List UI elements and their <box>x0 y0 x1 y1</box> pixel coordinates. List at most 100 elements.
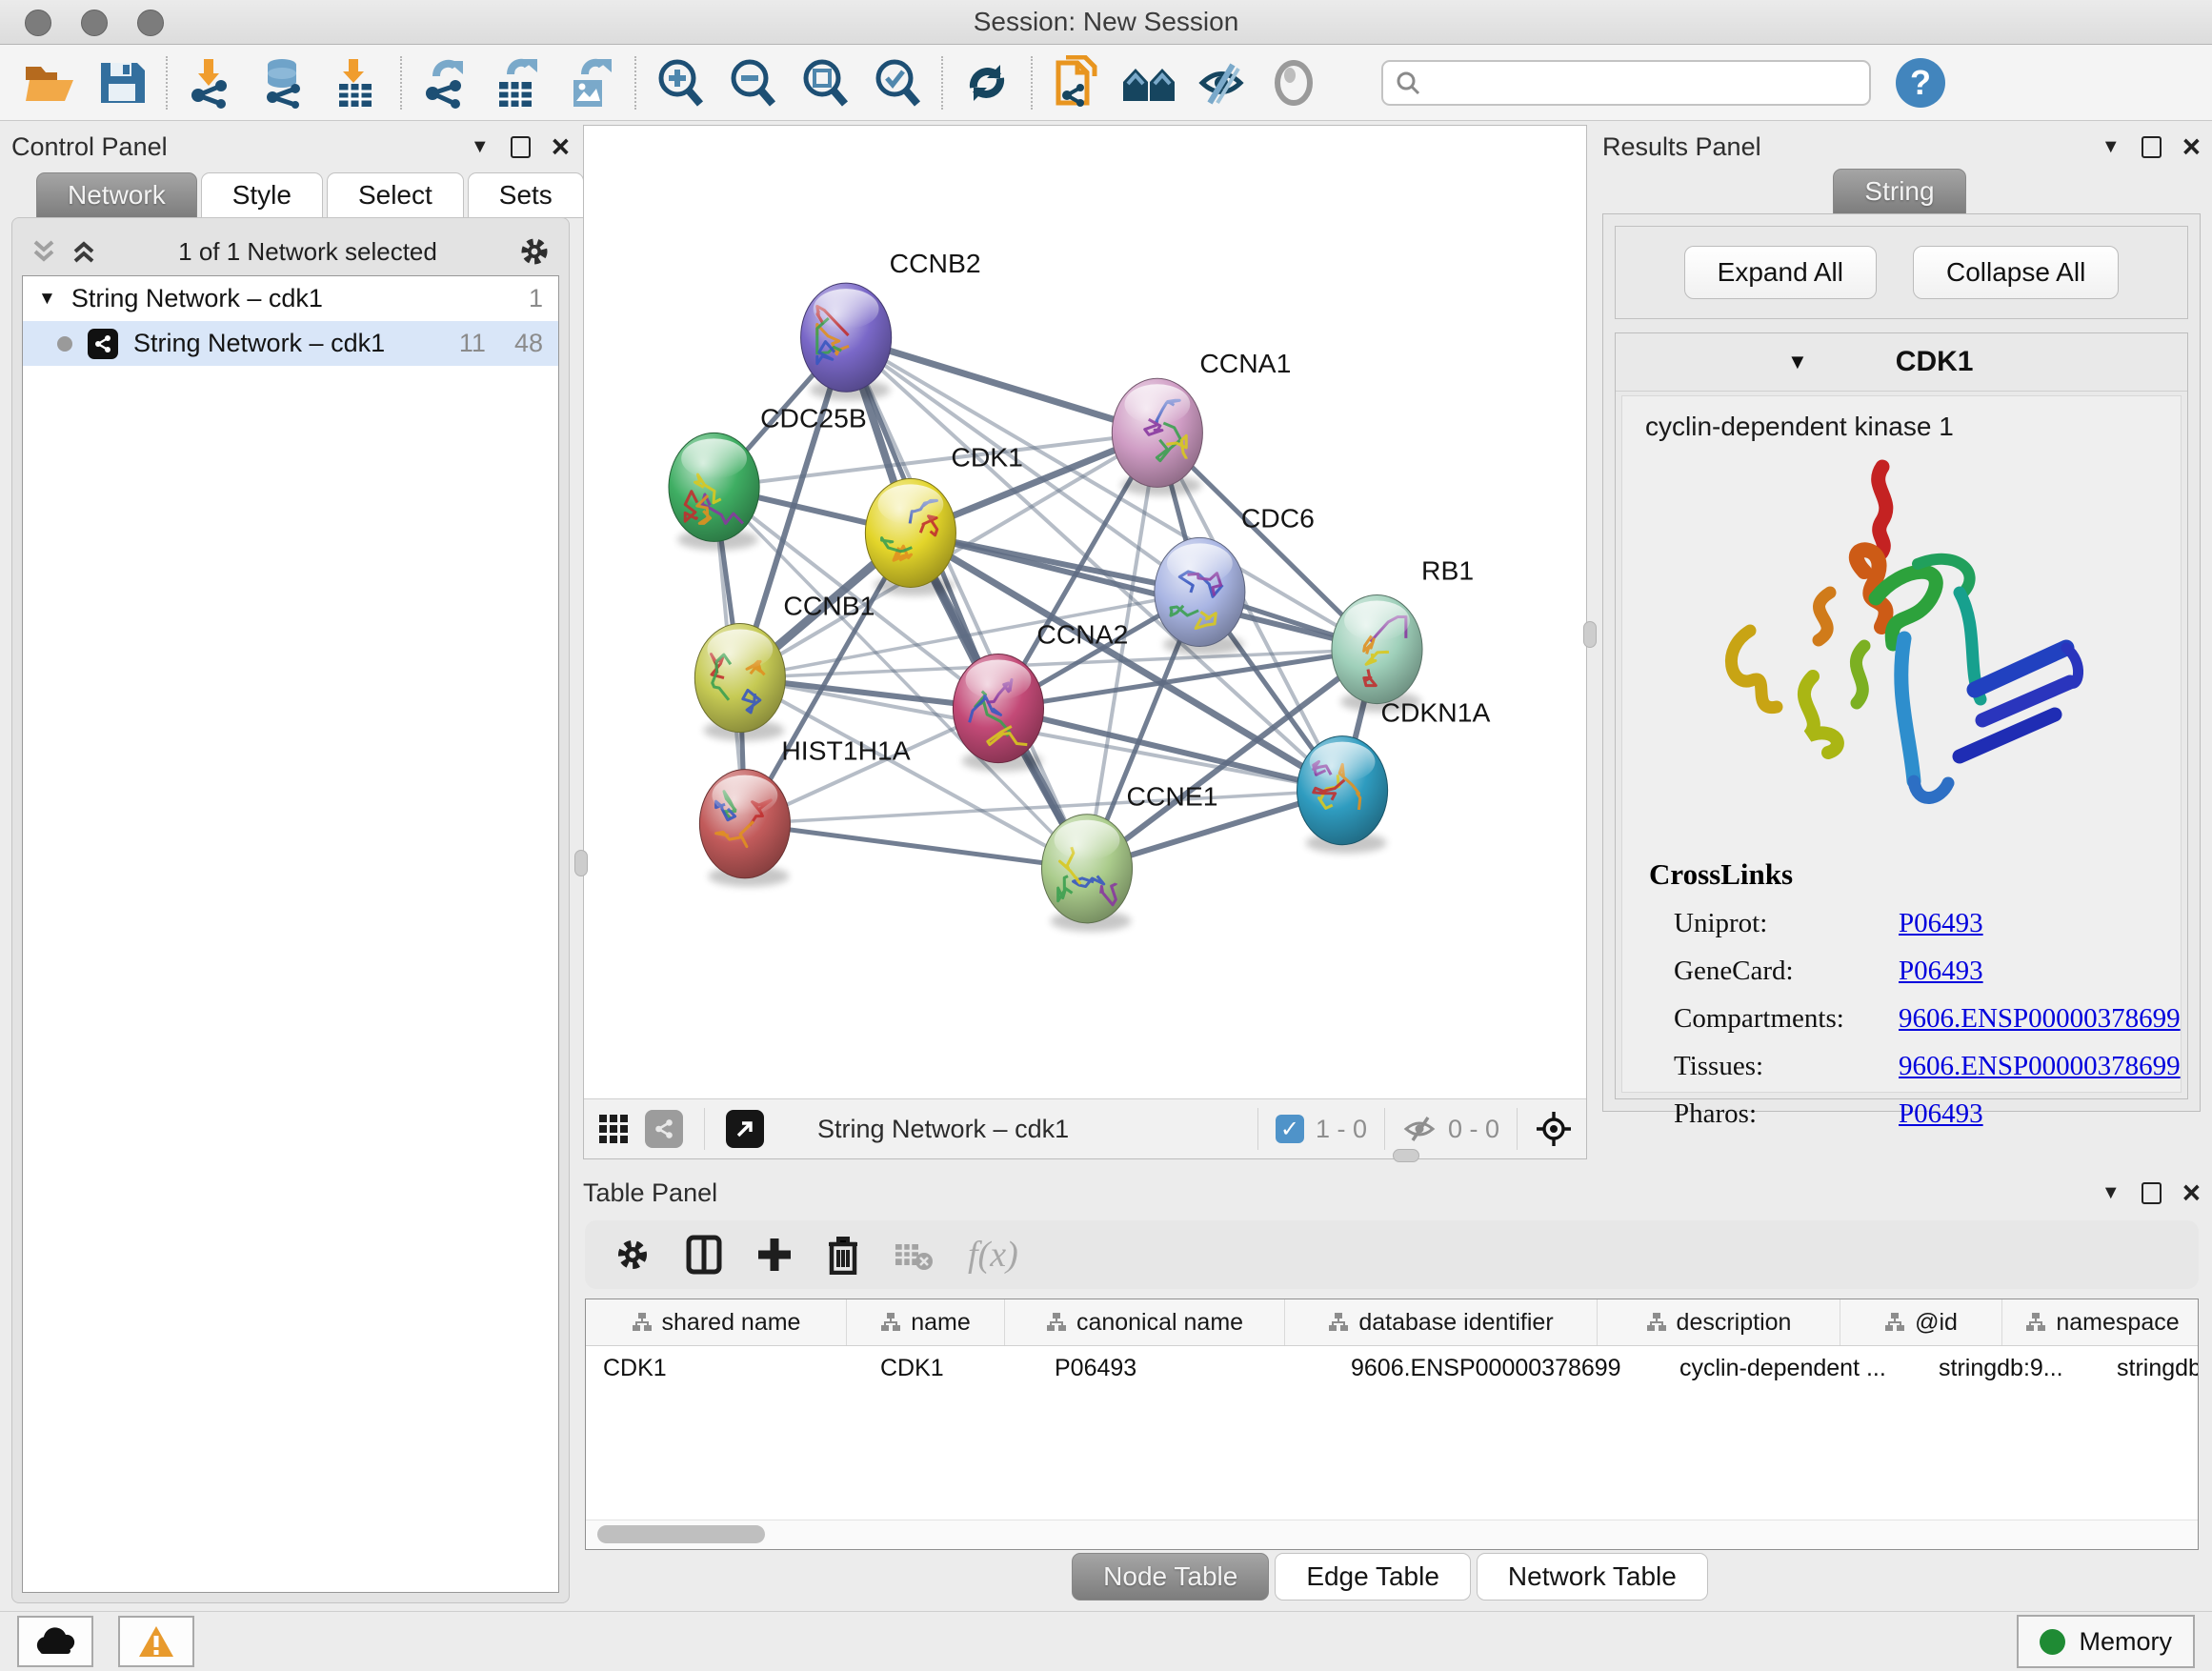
expand-all-icon[interactable] <box>70 236 98 267</box>
show-columns-icon[interactable] <box>686 1235 722 1275</box>
tab-select[interactable]: Select <box>327 172 464 218</box>
network-node-CCNE1[interactable]: CCNE1 <box>1041 781 1217 932</box>
crosslink-row: Compartments:9606.ENSP00000378699 <box>1649 1003 2181 1035</box>
selected-checkbox-icon[interactable]: ✓ <box>1276 1115 1304 1143</box>
delete-table-icon <box>894 1238 934 1271</box>
node-gloss <box>1055 820 1120 860</box>
maximize-window-button[interactable] <box>137 10 164 36</box>
network-node-CDKN1A[interactable]: CDKN1A <box>1297 697 1491 854</box>
new-network-from-selection-icon[interactable] <box>1040 51 1113 114</box>
network-row[interactable]: String Network – cdk1 11 48 <box>23 321 558 366</box>
import-network-from-database-icon[interactable] <box>248 51 320 114</box>
network-node-HIST1H1A[interactable]: HIST1H1A <box>699 735 910 887</box>
network-collection-row[interactable]: ▼ String Network – cdk1 1 <box>23 276 558 321</box>
column-header-name[interactable]: name <box>847 1299 1005 1345</box>
close-panel-icon[interactable]: × <box>2182 1183 2201 1202</box>
zoom-selected-icon[interactable] <box>861 51 934 114</box>
horizontal-splitter-handle[interactable] <box>1393 1149 1419 1162</box>
tab-network[interactable]: Network <box>36 172 197 218</box>
open-session-icon[interactable] <box>13 51 86 114</box>
crosslink-link[interactable]: 9606.ENSP00000378699 <box>1899 1051 2181 1082</box>
detach-view-icon[interactable] <box>726 1110 764 1148</box>
collection-expand-icon[interactable]: ▼ <box>38 289 56 310</box>
show-all-icon[interactable] <box>1257 51 1330 114</box>
help-icon[interactable]: ? <box>1896 58 1945 108</box>
delete-column-icon[interactable] <box>827 1235 859 1275</box>
column-header-@id[interactable]: @id <box>1840 1299 2002 1345</box>
column-header-canonical-name[interactable]: canonical name <box>1005 1299 1285 1345</box>
column-header-shared-name[interactable]: shared name <box>586 1299 847 1345</box>
float-panel-icon[interactable]: ▼ <box>2101 136 2121 158</box>
network-node-RB1[interactable]: RB1 <box>1332 555 1474 713</box>
crosslink-link[interactable]: P06493 <box>1899 956 1983 987</box>
vertical-splitter-handle[interactable] <box>1583 621 1597 648</box>
fit-content-icon[interactable] <box>1535 1110 1573 1148</box>
close-panel-icon[interactable]: × <box>552 137 570 156</box>
import-table-from-file-icon[interactable] <box>320 51 392 114</box>
table-cell: CDK1 <box>586 1346 863 1390</box>
minimize-window-button[interactable] <box>81 10 108 36</box>
network-node-CCNA2[interactable]: CCNA2 <box>953 619 1128 772</box>
import-network-from-file-icon[interactable] <box>175 51 248 114</box>
table-options-gear-icon[interactable] <box>613 1236 652 1274</box>
entry-collapse-icon[interactable]: ▼ <box>1787 350 1808 374</box>
column-header-namespace[interactable]: namespace <box>2002 1299 2199 1345</box>
tab-style[interactable]: Style <box>201 172 323 218</box>
network-edge[interactable] <box>846 337 1157 433</box>
apply-layout-icon[interactable] <box>951 51 1023 114</box>
zoom-in-icon[interactable] <box>644 51 716 114</box>
crosslink-link[interactable]: P06493 <box>1899 908 1983 939</box>
table-cell: stringdb:9... <box>1921 1346 2100 1390</box>
hscrollbar-thumb[interactable] <box>597 1525 765 1543</box>
network-options-gear-icon[interactable] <box>517 234 552 269</box>
grid-mode-icon[interactable] <box>597 1113 630 1145</box>
memory-button[interactable]: Memory <box>2017 1615 2195 1668</box>
network-graph[interactable]: CCNB2CCNA1CDC25BCDK1CDC6RB1CCNB1CCNA2CDK… <box>584 126 1586 1098</box>
network-canvas[interactable]: CCNB2CCNA1CDC25BCDK1CDC6RB1CCNB1CCNA2CDK… <box>584 126 1586 1098</box>
first-neighbors-icon[interactable] <box>1113 51 1185 114</box>
undock-panel-icon[interactable] <box>2142 136 2162 158</box>
close-panel-icon[interactable]: × <box>2182 137 2201 156</box>
crosslink-link[interactable]: P06493 <box>1899 1098 1983 1130</box>
collapse-all-icon[interactable] <box>30 236 58 267</box>
hide-selected-icon[interactable] <box>1185 51 1257 114</box>
create-column-icon[interactable] <box>756 1237 793 1273</box>
warning-icon <box>137 1624 175 1659</box>
entry-header[interactable]: ▼ CDK1 <box>1616 333 2187 392</box>
column-header-database-identifier[interactable]: database identifier <box>1285 1299 1598 1345</box>
network-node-CCNB1[interactable]: CCNB1 <box>694 591 875 741</box>
tab-string[interactable]: String <box>1833 169 1965 214</box>
network-edge[interactable] <box>745 824 1087 869</box>
zoom-out-icon[interactable] <box>716 51 789 114</box>
save-session-icon[interactable] <box>86 51 158 114</box>
export-table-icon[interactable] <box>482 51 554 114</box>
warnings-button[interactable] <box>118 1616 194 1667</box>
undock-panel-icon[interactable] <box>2142 1182 2162 1204</box>
network-icon <box>88 329 118 359</box>
collapse-all-button[interactable]: Collapse All <box>1913 246 2119 299</box>
network-name: String Network – cdk1 <box>133 329 385 358</box>
tab-network-table[interactable]: Network Table <box>1477 1553 1708 1601</box>
search-input[interactable] <box>1421 67 1858 98</box>
network-mode-icon[interactable] <box>645 1110 683 1148</box>
undock-panel-icon[interactable] <box>511 136 531 158</box>
export-network-icon[interactable] <box>410 51 482 114</box>
tab-node-table[interactable]: Node Table <box>1072 1553 1269 1601</box>
expand-all-button[interactable]: Expand All <box>1684 246 1877 299</box>
zoom-fit-icon[interactable] <box>789 51 861 114</box>
close-window-button[interactable] <box>25 10 51 36</box>
table-row[interactable]: CDK1CDK1P064939606.ENSP00000378699cyclin… <box>586 1346 2198 1390</box>
float-panel-icon[interactable]: ▼ <box>2101 1182 2121 1204</box>
node-label: CCNB2 <box>890 248 981 278</box>
top-row: CCNB2CCNA1CDC25BCDK1CDC6RB1CCNB1CCNA2CDK… <box>583 125 2201 1159</box>
float-panel-icon[interactable]: ▼ <box>471 136 490 158</box>
crosslink-link[interactable]: 9606.ENSP00000378699 <box>1899 1003 2181 1035</box>
column-header-description[interactable]: description <box>1598 1299 1840 1345</box>
network-node-CDC6[interactable]: CDC6 <box>1155 503 1315 655</box>
cloud-status-button[interactable] <box>17 1616 93 1667</box>
export-image-icon[interactable] <box>554 51 627 114</box>
network-edge[interactable] <box>846 337 1087 869</box>
tab-edge-table[interactable]: Edge Table <box>1275 1553 1471 1601</box>
vertical-splitter-handle[interactable] <box>574 850 588 876</box>
tab-sets[interactable]: Sets <box>468 172 584 218</box>
